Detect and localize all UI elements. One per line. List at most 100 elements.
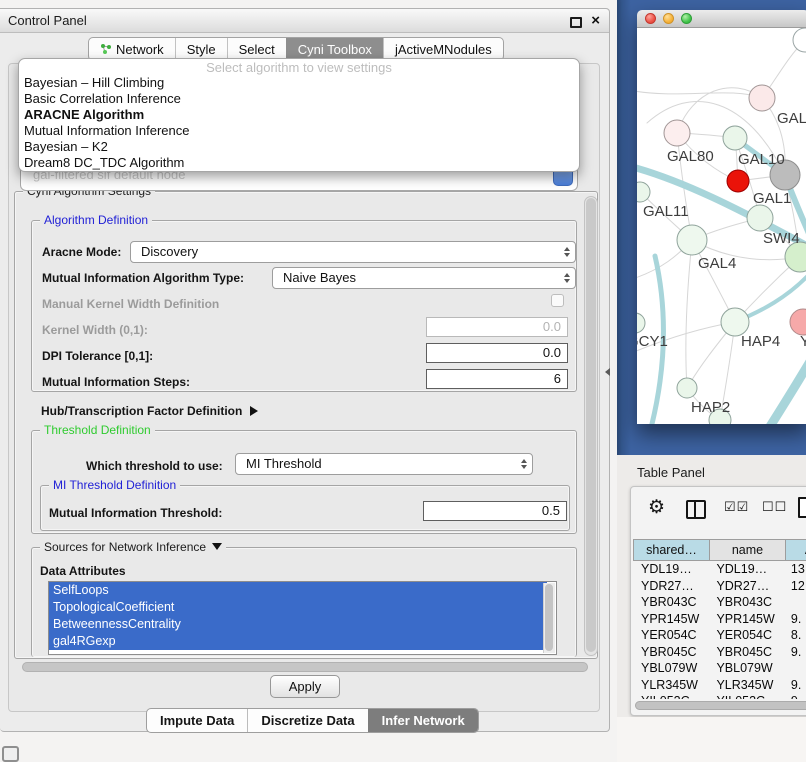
dropdown-item-bayesian-k2[interactable]: Bayesian – K2 [19,139,579,155]
node-label-gal11: GAL11 [643,203,689,220]
list-vertical-scrollbar[interactable] [543,583,555,653]
network-node[interactable] [790,309,806,335]
float-window-icon[interactable] [570,17,582,28]
settings-horizontal-scrollbar[interactable] [22,662,588,672]
zoom-light-icon[interactable] [681,13,692,24]
expand-right-icon [250,406,258,416]
mi-threshold-field[interactable]: 0.5 [423,501,567,521]
mi-steps-field[interactable]: 6 [426,369,568,389]
aracne-mode-value: Discovery [141,244,198,259]
node-label-y: Y [800,333,806,350]
network-edge-thick [769,350,806,424]
close-icon[interactable]: × [591,12,600,29]
which-threshold-label: Which threshold to use: [86,459,223,473]
split-divider-handle[interactable] [605,368,610,376]
table-cell: 9. [783,611,806,628]
attribute-item-betweennesscentrality[interactable]: BetweennessCentrality [49,616,547,633]
hub-definition-toggle[interactable]: Hub/Transcription Factor Definition [41,404,258,418]
attribute-item-topologicalcoefficient[interactable]: TopologicalCoefficient [49,599,547,616]
unchecked-boxes-icon[interactable]: ☐☐ [762,499,787,515]
stepper-icon [564,247,570,257]
threshold-definition-group: Threshold Definition Which threshold to … [31,430,577,534]
table-cell [783,660,806,677]
algorithm-dropdown[interactable]: Select algorithm to view settings Bayesi… [18,58,580,172]
network-node[interactable] [637,313,645,333]
aracne-mode-label: Aracne Mode: [42,245,121,259]
column-header-a[interactable]: A [786,539,806,561]
network-node[interactable] [747,205,773,231]
minimize-light-icon[interactable] [663,13,674,24]
column-header-name[interactable]: name [710,539,786,561]
table-row[interactable]: YIL052CYIL052C9 [633,693,806,699]
tab-jactivemnodules[interactable]: jActiveMNodules [383,38,503,60]
apply-button[interactable]: Apply [270,675,340,698]
network-node[interactable] [793,28,806,52]
close-light-icon[interactable] [645,13,656,24]
network-node[interactable] [664,120,690,146]
settings-vertical-scrollbar[interactable] [584,196,598,656]
bottom-tab-infer-network[interactable]: Infer Network [368,709,478,732]
sources-legend[interactable]: Sources for Network Inference [40,540,226,554]
attribute-item-gal4rgexp[interactable]: gal4RGexp [49,633,547,650]
table-cell: YLR345W [633,677,708,694]
minimized-panel-icon[interactable] [2,746,19,762]
kernel-width-field[interactable]: 0.0 [426,317,568,337]
network-canvas[interactable]: GALGAL80GAL10GAL1GAL11SWI4GAL4GCY1HAP4YH… [637,28,806,424]
table-row[interactable]: YER054CYER054C8. [633,627,806,644]
dropdown-item-bayesian-hill-climbing[interactable]: Bayesian – Hill Climbing [19,75,579,91]
column-header-shared[interactable]: shared… [633,539,710,561]
manual-kernel-checkbox[interactable] [551,294,564,307]
table-horizontal-scrollbar[interactable] [635,701,806,710]
columns-icon[interactable] [686,500,706,519]
network-graph: GALGAL80GAL10GAL1GAL11SWI4GAL4GCY1HAP4YH… [637,28,806,424]
gear-icon[interactable]: ⚙ [648,496,665,519]
tab-select[interactable]: Select [227,38,286,60]
network-node[interactable] [727,170,749,192]
data-attributes-list[interactable]: SelfLoopsTopologicalCoefficientBetweenne… [48,581,557,655]
network-node[interactable] [677,378,697,398]
dropdown-item-mutual-information-inference[interactable]: Mutual Information Inference [19,123,579,139]
new-column-icon[interactable] [798,497,806,518]
table-row[interactable]: YDR27…YDR27…12 [633,578,806,595]
dropdown-item-basic-correlation-inference[interactable]: Basic Correlation Inference [19,91,579,107]
aracne-mode-select[interactable]: Discovery [130,241,576,263]
algorithm-definition-group: Algorithm Definition Aracne Mode: Discov… [31,220,577,392]
bottom-tab-discretize-data[interactable]: Discretize Data [247,709,367,732]
scrollbar-thumb[interactable] [635,701,806,710]
network-node[interactable] [677,225,707,255]
dropdown-item-aracne-algorithm[interactable]: ARACNE Algorithm [19,107,579,123]
node-label-gal80: GAL80 [667,148,714,165]
stepper-icon [521,459,527,469]
table-cell: YPR145W [708,611,782,628]
stepper-icon [564,273,570,283]
scrollbar-thumb[interactable] [545,584,553,651]
dpi-tolerance-field[interactable]: 0.0 [426,343,568,363]
scrollbar-thumb[interactable] [22,662,588,672]
table-card: ⚙ ☑☑ ☐☐ shared…nameA YDL19…YDL19…13YDR27… [630,486,806,716]
mi-type-select[interactable]: Naive Bayes [272,267,576,289]
dropdown-item-dream8-dc-tdc-algorithm[interactable]: Dream8 DC_TDC Algorithm [19,155,579,171]
checked-boxes-icon[interactable]: ☑☑ [724,499,749,515]
bottom-tab-impute-data[interactable]: Impute Data [147,709,247,732]
tab-network[interactable]: Network [89,38,175,60]
network-node[interactable] [721,308,749,336]
table-row[interactable]: YLR345WYLR345W9. [633,677,806,694]
network-node[interactable] [723,126,747,150]
which-threshold-select[interactable]: MI Threshold [235,453,533,475]
table-cell: 9. [783,677,806,694]
table-row[interactable]: YBR043CYBR043C [633,594,806,611]
table-row[interactable]: YPR145WYPR145W9. [633,611,806,628]
mi-threshold-label: Mutual Information Threshold: [49,506,222,520]
table-cell: YPR145W [633,611,708,628]
scrollbar-thumb[interactable] [586,198,596,652]
network-node[interactable] [749,85,775,111]
collapse-down-icon [212,543,222,550]
tab-cyni-toolbox[interactable]: Cyni Toolbox [286,38,383,60]
table-cell: YIL052C [633,693,708,699]
table-row[interactable]: YBL079WYBL079W [633,660,806,677]
table-row[interactable]: YBR045CYBR045C9. [633,644,806,661]
attribute-item-selfloops[interactable]: SelfLoops [49,582,547,599]
tab-style[interactable]: Style [175,38,227,60]
table-row[interactable]: YDL19…YDL19…13 [633,561,806,578]
table-panel: Table Panel ⚙ ☑☑ ☐☐ shared…nameA YDL19…Y… [617,455,806,762]
